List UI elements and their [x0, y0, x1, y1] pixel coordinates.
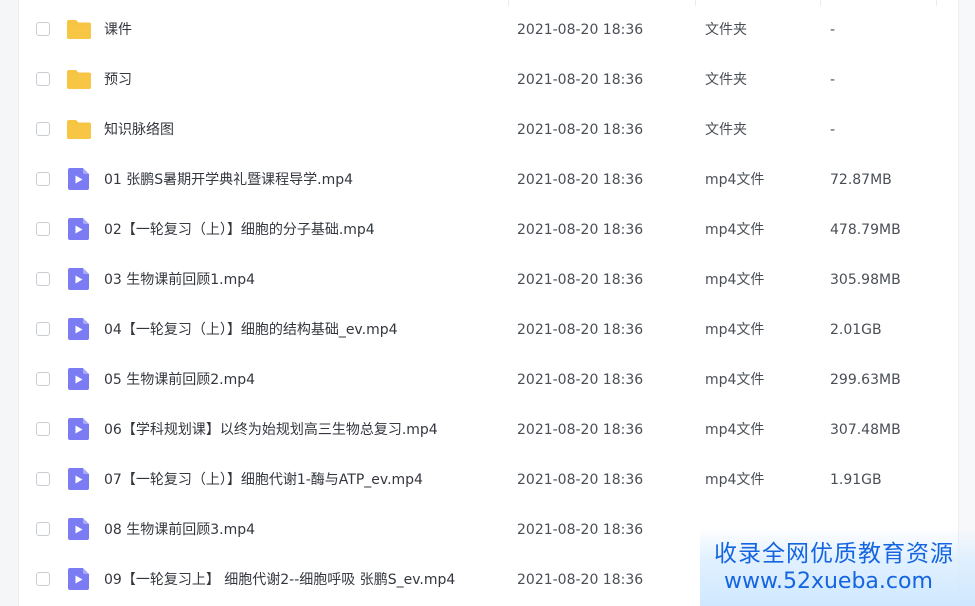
file-row[interactable]: 课件 2021-08-20 18:36 文件夹 -: [18, 5, 959, 55]
file-name[interactable]: 02【一轮复习（上）】细胞的分子基础.mp4: [104, 205, 375, 255]
file-row[interactable]: 知识脉络图 2021-08-20 18:36 文件夹 -: [18, 105, 959, 155]
row-checkbox[interactable]: [36, 422, 50, 436]
file-type: mp4文件: [705, 222, 765, 238]
file-size: 307.48MB: [830, 422, 901, 438]
file-date: 2021-08-20 18:36: [517, 572, 644, 588]
file-row[interactable]: 02【一轮复习（上）】细胞的分子基础.mp4 2021-08-20 18:36 mp…: [18, 205, 959, 255]
file-size: -: [830, 72, 836, 88]
file-date: 2021-08-20 18:36: [517, 272, 644, 288]
file-date: 2021-08-20 18:36: [517, 322, 644, 338]
video-file-icon: [66, 468, 92, 490]
file-name[interactable]: 07【一轮复习（上）】细胞代谢1-酶与ATP_ev.mp4: [104, 455, 423, 505]
row-checkbox[interactable]: [36, 22, 50, 36]
file-date: 2021-08-20 18:36: [517, 72, 644, 88]
file-name[interactable]: 01 张鹏S暑期开学典礼暨课程导学.mp4: [104, 155, 353, 205]
file-size: -: [830, 122, 836, 138]
row-checkbox[interactable]: [36, 522, 50, 536]
row-checkbox[interactable]: [36, 372, 50, 386]
file-row[interactable]: 预习 2021-08-20 18:36 文件夹 -: [18, 55, 959, 105]
file-date: 2021-08-20 18:36: [517, 172, 644, 188]
file-type: 文件夹: [705, 22, 747, 38]
file-name[interactable]: 课件: [104, 5, 132, 55]
file-row[interactable]: 03 生物课前回顾1.mp4 2021-08-20 18:36 mp4文件 305.9…: [18, 255, 959, 305]
file-name[interactable]: 知识脉络图: [104, 105, 174, 155]
row-checkbox[interactable]: [36, 472, 50, 486]
file-date: 2021-08-20 18:36: [517, 22, 644, 38]
file-type: 文件夹: [705, 122, 747, 138]
file-date: 2021-08-20 18:36: [517, 122, 644, 138]
video-file-icon: [66, 168, 92, 190]
file-row[interactable]: 01 张鹏S暑期开学典礼暨课程导学.mp4 2021-08-20 18:36 mp4…: [18, 155, 959, 205]
file-date: 2021-08-20 18:36: [517, 522, 644, 538]
file-name[interactable]: 08 生物课前回顾3.mp4: [104, 505, 255, 555]
file-row[interactable]: 06【学科规划课】以终为始规划高三生物总复习.mp4 2021-08-20 18:…: [18, 405, 959, 455]
file-name[interactable]: 06【学科规划课】以终为始规划高三生物总复习.mp4: [104, 405, 438, 455]
file-type: mp4文件: [705, 372, 765, 388]
row-checkbox[interactable]: [36, 72, 50, 86]
row-checkbox[interactable]: [36, 272, 50, 286]
file-row[interactable]: 05 生物课前回顾2.mp4 2021-08-20 18:36 mp4文件 299.6…: [18, 355, 959, 405]
folder-icon: [66, 118, 92, 140]
watermark-banner: 收录全网优质教育资源 www.52xueba.com: [700, 528, 975, 606]
row-checkbox[interactable]: [36, 172, 50, 186]
file-type: mp4文件: [705, 422, 765, 438]
file-name[interactable]: 03 生物课前回顾1.mp4: [104, 255, 255, 305]
folder-icon: [66, 18, 92, 40]
row-checkbox[interactable]: [36, 122, 50, 136]
file-name[interactable]: 04【一轮复习（上）】细胞的结构基础_ev.mp4: [104, 305, 398, 355]
folder-icon: [66, 68, 92, 90]
video-file-icon: [66, 318, 92, 340]
row-checkbox[interactable]: [36, 322, 50, 336]
file-type: 文件夹: [705, 72, 747, 88]
file-list: 课件 2021-08-20 18:36 文件夹 - 预习 2021-08-20 18:36…: [18, 5, 959, 605]
file-date: 2021-08-20 18:36: [517, 472, 644, 488]
video-file-icon: [66, 368, 92, 390]
video-file-icon: [66, 218, 92, 240]
left-gutter: [0, 0, 19, 606]
file-name[interactable]: 预习: [104, 55, 132, 105]
file-name[interactable]: 05 生物课前回顾2.mp4: [104, 355, 255, 405]
file-type: mp4文件: [705, 272, 765, 288]
file-name[interactable]: 09【一轮复习上】 细胞代谢2--细胞呼吸 张鹏S_ev.mp4: [104, 555, 455, 605]
watermark-slogan: 收录全网优质教育资源: [714, 541, 954, 567]
file-browser-page: 课件 2021-08-20 18:36 文件夹 - 预习 2021-08-20 18:36…: [0, 0, 975, 606]
file-date: 2021-08-20 18:36: [517, 372, 644, 388]
video-file-icon: [66, 518, 92, 540]
file-size: -: [830, 22, 836, 38]
file-row[interactable]: 07【一轮复习（上）】细胞代谢1-酶与ATP_ev.mp4 2021-08-20 …: [18, 455, 959, 505]
file-type: mp4文件: [705, 322, 765, 338]
file-size: 478.79MB: [830, 222, 901, 238]
row-checkbox[interactable]: [36, 572, 50, 586]
video-file-icon: [66, 268, 92, 290]
file-type: mp4文件: [705, 172, 765, 188]
file-date: 2021-08-20 18:36: [517, 422, 644, 438]
row-checkbox[interactable]: [36, 222, 50, 236]
video-file-icon: [66, 418, 92, 440]
file-row[interactable]: 04【一轮复习（上）】细胞的结构基础_ev.mp4 2021-08-20 18:3…: [18, 305, 959, 355]
video-file-icon: [66, 568, 92, 590]
file-size: 1.91GB: [830, 472, 882, 488]
right-scroll-edge[interactable]: [958, 0, 975, 606]
file-size: 299.63MB: [830, 372, 901, 388]
file-date: 2021-08-20 18:36: [517, 222, 644, 238]
file-size: 305.98MB: [830, 272, 901, 288]
file-type: mp4文件: [705, 472, 765, 488]
file-size: 72.87MB: [830, 172, 892, 188]
file-size: 2.01GB: [830, 322, 882, 338]
watermark-url: www.52xueba.com: [724, 569, 933, 594]
